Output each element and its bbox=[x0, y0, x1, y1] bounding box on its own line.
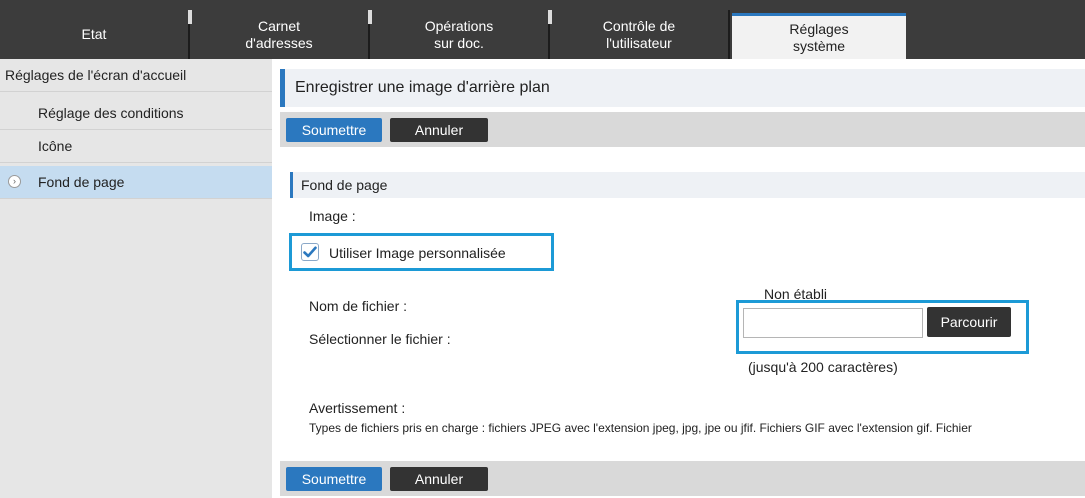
filename-label: Nom de fichier : bbox=[309, 298, 408, 314]
custom-image-highlight: Utiliser Image personnalisée bbox=[289, 233, 554, 271]
cancel-button-bottom[interactable]: Annuler bbox=[390, 467, 488, 491]
sidebar-item-icon[interactable]: Icône bbox=[0, 130, 272, 163]
checkmark-icon bbox=[303, 246, 317, 258]
chevron-right-icon: › bbox=[8, 175, 21, 188]
tab-carnet-adresses[interactable]: Carnet d'adresses bbox=[188, 10, 370, 59]
sidebar-item-label: Réglage des conditions bbox=[38, 105, 184, 121]
tab-carnet-adresses-label: Carnet d'adresses bbox=[245, 17, 313, 51]
warning-label: Avertissement : bbox=[309, 400, 406, 416]
main-content: Enregistrer une image d'arrière plan Sou… bbox=[272, 59, 1085, 498]
char-limit-note: (jusqu'à 200 caractères) bbox=[748, 359, 898, 375]
select-file-label: Sélectionner le fichier : bbox=[309, 331, 451, 347]
section-title: Fond de page bbox=[290, 172, 1085, 198]
tab-operations-doc[interactable]: Opérations sur doc. bbox=[368, 10, 550, 59]
use-custom-image-checkbox[interactable] bbox=[301, 243, 319, 261]
submit-button-bottom[interactable]: Soumettre bbox=[286, 467, 382, 491]
tab-reglages-systeme-label: Réglages système bbox=[789, 20, 849, 54]
use-custom-image-label: Utiliser Image personnalisée bbox=[329, 245, 506, 261]
sidebar-item-home-screen-settings[interactable]: Réglages de l'écran d'accueil bbox=[0, 59, 272, 92]
cancel-button[interactable]: Annuler bbox=[390, 118, 488, 142]
tab-divider-marker bbox=[548, 10, 552, 24]
tab-divider-marker bbox=[188, 10, 192, 24]
sidebar-item-background[interactable]: › Fond de page bbox=[0, 166, 272, 199]
image-label: Image : bbox=[309, 208, 356, 224]
app-window: Etat Carnet d'adresses Opérations sur do… bbox=[0, 0, 1085, 498]
tab-etat-label: Etat bbox=[81, 26, 107, 42]
tab-etat[interactable]: Etat bbox=[0, 10, 190, 59]
bottom-button-bar: Soumettre Annuler bbox=[280, 461, 1085, 496]
tab-reglages-systeme[interactable]: Réglages système bbox=[732, 13, 906, 59]
tab-operations-doc-label: Opérations sur doc. bbox=[424, 17, 494, 51]
sidebar-item-condition-settings[interactable]: Réglage des conditions bbox=[0, 97, 272, 130]
top-button-bar: Soumettre Annuler bbox=[280, 112, 1085, 147]
top-tab-bar: Etat Carnet d'adresses Opérations sur do… bbox=[0, 0, 1085, 59]
tab-controle-utilisateur[interactable]: Contrôle de l'utilisateur bbox=[548, 10, 730, 59]
file-select-highlight: Parcourir bbox=[736, 300, 1029, 354]
tab-divider-marker bbox=[368, 10, 372, 24]
sidebar-item-label: Fond de page bbox=[38, 174, 125, 190]
submit-button[interactable]: Soumettre bbox=[286, 118, 382, 142]
browse-button[interactable]: Parcourir bbox=[927, 307, 1011, 337]
sidebar-item-label: Réglages de l'écran d'accueil bbox=[5, 67, 187, 83]
sidebar: Réglages de l'écran d'accueil Réglage de… bbox=[0, 59, 272, 498]
file-path-input[interactable] bbox=[743, 308, 923, 338]
warning-text: Types de fichiers pris en charge : fichi… bbox=[309, 421, 972, 435]
sidebar-item-label: Icône bbox=[38, 138, 73, 154]
tab-controle-utilisateur-label: Contrôle de l'utilisateur bbox=[602, 17, 676, 51]
page-title: Enregistrer une image d'arrière plan bbox=[280, 69, 1085, 107]
